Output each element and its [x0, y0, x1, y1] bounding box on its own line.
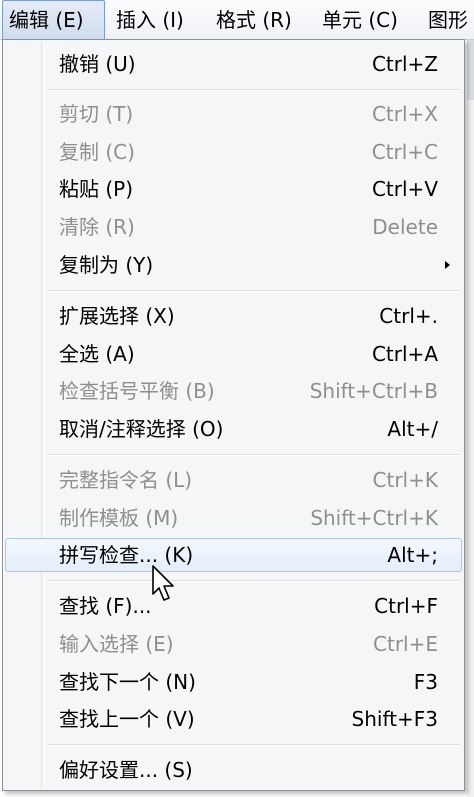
menu-item-label: 制作模板 (M) — [59, 506, 179, 530]
menu-graphics[interactable]: 图形 — [422, 0, 474, 40]
edit-menu-dropdown: 撤销 (U) Ctrl+Z 剪切 (T) Ctrl+X 复制 (C) Ctrl+… — [2, 39, 465, 791]
menu-item-shortcut: Delete — [372, 215, 438, 239]
menu-cell[interactable]: 单元 (C) — [316, 0, 420, 40]
menu-edit[interactable]: 编辑 (E) — [2, 0, 105, 40]
menu-item-make-template: 制作模板 (M) Shift+Ctrl+K — [3, 500, 464, 536]
menu-item-label: 检查括号平衡 (B) — [59, 379, 215, 403]
menu-item-shortcut: Alt+/ — [387, 417, 438, 441]
menu-separator — [47, 89, 460, 91]
menu-item-label: 扩展选择 (X) — [59, 304, 175, 328]
menu-item-label: 偏好设置... (S) — [59, 758, 193, 782]
mouse-pointer-icon — [152, 565, 174, 601]
menu-item-label: 输入选择 (E) — [59, 632, 174, 656]
menu-insert[interactable]: 插入 (I) — [110, 0, 204, 40]
menu-item-find-previous[interactable]: 查找上一个 (V) Shift+F3 — [3, 701, 464, 737]
menu-item-label: 清除 (R) — [59, 215, 135, 239]
menu-item-label: 剪切 (T) — [59, 102, 134, 126]
menu-item-label: 查找上一个 (V) — [59, 707, 195, 731]
menu-format[interactable]: 格式 (R) — [210, 0, 312, 40]
menu-item-label: 查找 (F)... — [59, 594, 152, 618]
menu-item-shortcut: Ctrl+. — [379, 304, 438, 328]
menu-item-select-all[interactable]: 全选 (A) Ctrl+A — [3, 336, 464, 372]
menu-item-preferences[interactable]: 偏好设置... (S) — [3, 752, 464, 788]
application-window: 编辑 (E) 插入 (I) 格式 (R) 单元 (C) 图形 撤销 (U) Ct… — [0, 0, 474, 797]
submenu-arrow-icon — [445, 261, 450, 269]
menu-item-copy-as[interactable]: 复制为 (Y) — [3, 247, 464, 283]
menu-item-shortcut: Ctrl+K — [372, 468, 438, 492]
menu-item-label: 复制 (C) — [59, 140, 135, 164]
background-window-edge — [467, 40, 474, 100]
menu-item-spell-check[interactable]: 拼写检查... (K) Alt+; — [3, 537, 464, 573]
menu-item-check-balance: 检查括号平衡 (B) Shift+Ctrl+B — [3, 373, 464, 409]
menu-item-label: 全选 (A) — [59, 342, 135, 366]
menu-item-shortcut: F3 — [413, 670, 438, 694]
menu-item-extend-selection[interactable]: 扩展选择 (X) Ctrl+. — [3, 298, 464, 334]
menu-item-shortcut: Ctrl+C — [371, 140, 438, 164]
menu-item-shortcut: Ctrl+F — [374, 594, 438, 618]
background-window-edge-lower — [467, 100, 474, 797]
menu-item-clear: 清除 (R) Delete — [3, 209, 464, 245]
menu-item-label: 完整指令名 (L) — [59, 468, 193, 492]
menu-item-paste[interactable]: 粘贴 (P) Ctrl+V — [3, 171, 464, 207]
menu-item-shortcut: Ctrl+X — [371, 102, 438, 126]
menu-item-shortcut: Alt+; — [387, 543, 438, 567]
menu-item-find-next[interactable]: 查找下一个 (N) F3 — [3, 664, 464, 700]
menu-item-label: 复制为 (Y) — [59, 253, 154, 277]
menu-item-shortcut: Shift+Ctrl+B — [309, 379, 438, 403]
menu-separator — [47, 454, 460, 456]
menu-item-undo[interactable]: 撤销 (U) Ctrl+Z — [3, 46, 464, 82]
menu-item-shortcut: Ctrl+V — [371, 177, 438, 201]
menu-separator — [47, 580, 460, 582]
menu-bar: 编辑 (E) 插入 (I) 格式 (R) 单元 (C) 图形 — [0, 0, 474, 40]
menu-item-cut: 剪切 (T) Ctrl+X — [3, 96, 464, 132]
menu-item-find[interactable]: 查找 (F)... Ctrl+F — [3, 588, 464, 624]
menu-item-label: 撤销 (U) — [59, 52, 136, 76]
menu-separator — [47, 290, 460, 292]
menu-item-toggle-comment[interactable]: 取消/注释选择 (O) Alt+/ — [3, 411, 464, 447]
menu-item-shortcut: Ctrl+Z — [371, 52, 438, 76]
menu-item-enter-selection: 输入选择 (E) Ctrl+E — [3, 626, 464, 662]
menu-item-label: 粘贴 (P) — [59, 177, 134, 201]
menu-item-complete-selection: 完整指令名 (L) Ctrl+K — [3, 462, 464, 498]
menu-separator — [47, 744, 460, 746]
menu-item-label: 查找下一个 (N) — [59, 670, 196, 694]
menu-item-copy: 复制 (C) Ctrl+C — [3, 134, 464, 170]
menu-item-shortcut: Ctrl+E — [373, 632, 438, 656]
menu-item-label: 取消/注释选择 (O) — [59, 417, 224, 441]
menu-item-shortcut: Shift+F3 — [351, 707, 438, 731]
menu-item-shortcut: Shift+Ctrl+K — [310, 506, 438, 530]
menu-item-shortcut: Ctrl+A — [371, 342, 438, 366]
